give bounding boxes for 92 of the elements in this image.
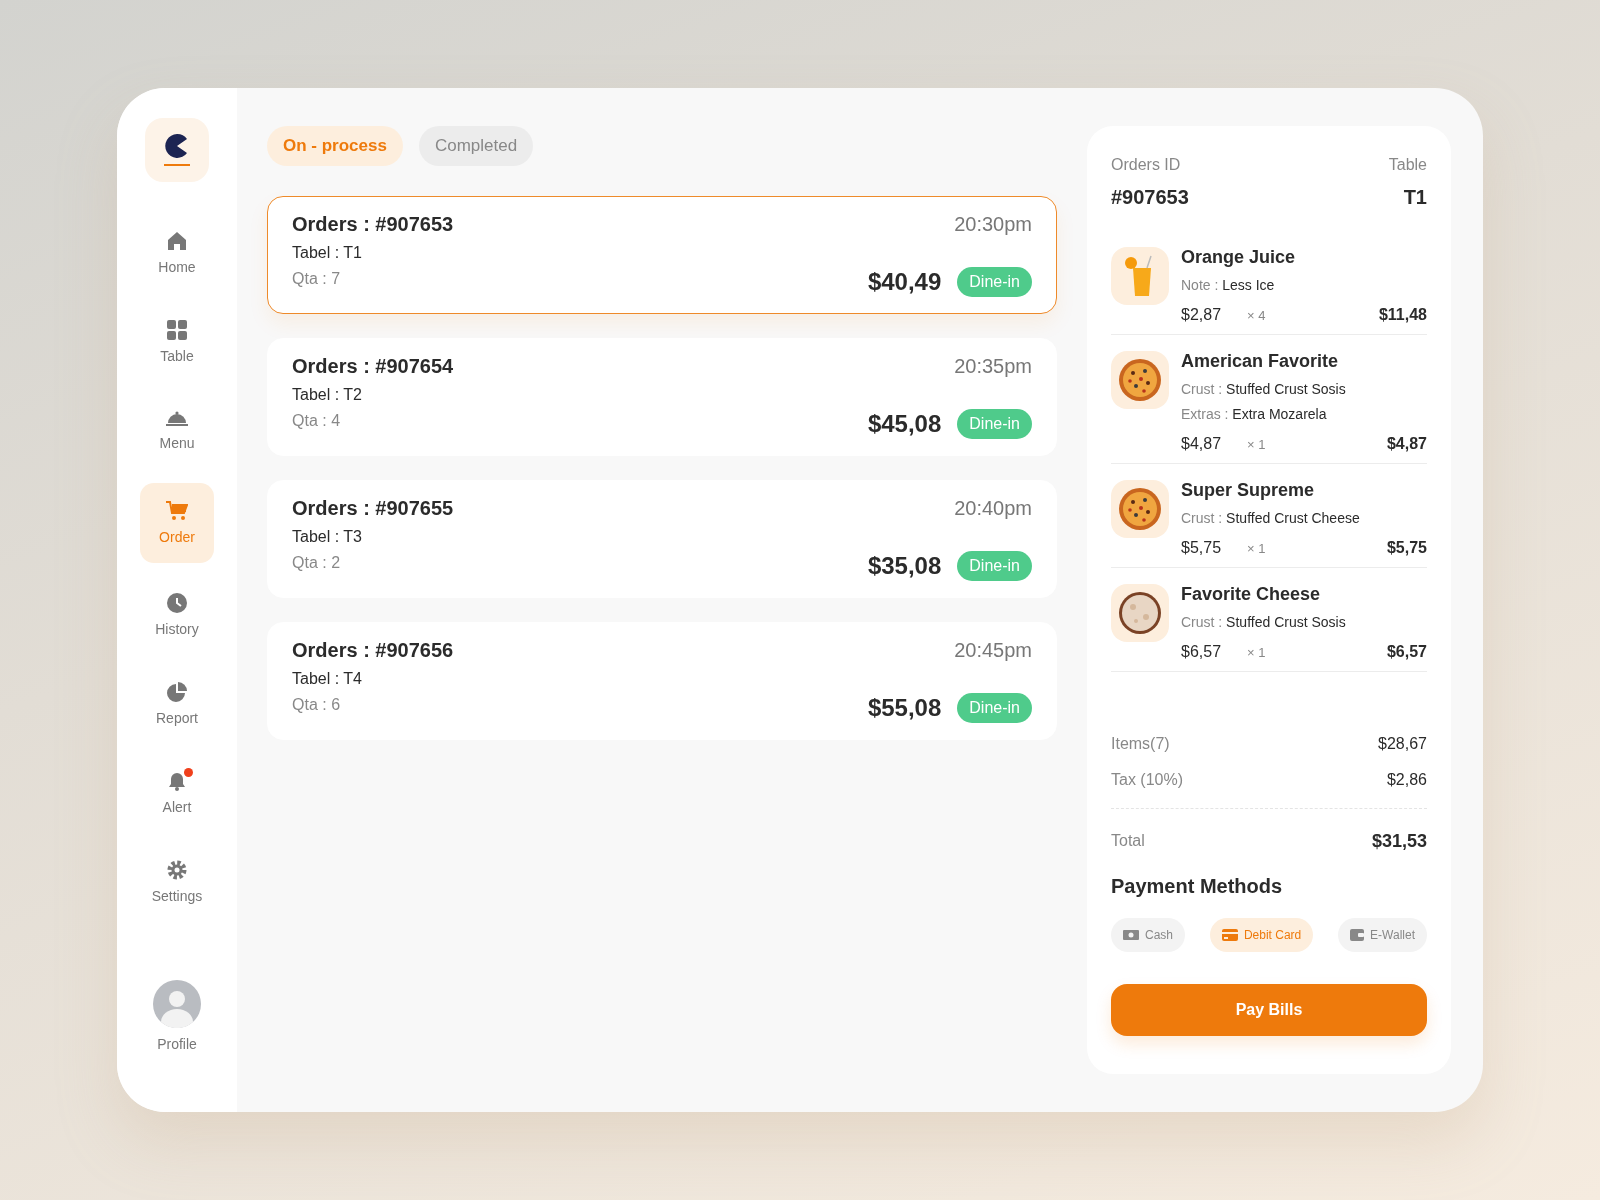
item-note: Extras : Extra Mozarela <box>1181 406 1328 422</box>
order-table: Tabel : T4 <box>292 670 454 688</box>
nav-item[interactable]: Table <box>140 305 214 379</box>
total-value: $31,53 <box>1371 830 1427 852</box>
order-total: $40,49 <box>867 268 942 296</box>
item-note: Note : Less Ice <box>1181 277 1276 293</box>
order-title: Orders : #907655 <box>292 497 454 520</box>
pie-chart-icon <box>167 682 187 702</box>
pay-bills-button[interactable]: Pay Bills <box>1111 984 1427 1036</box>
item-price: $5,75 <box>1181 539 1223 557</box>
item-quantity: × 1 <box>1247 436 1266 452</box>
profile-link[interactable]: Profile <box>153 980 201 1052</box>
order-id: #907653 <box>1111 186 1189 209</box>
order-total: $55,08 <box>867 694 942 722</box>
summary-label: Items(7) <box>1111 735 1170 753</box>
nav-item[interactable]: Order <box>140 483 214 563</box>
cart-icon <box>166 501 188 521</box>
order-card[interactable]: Orders : #907655 Tabel : T3 Qta : 2 20:40pm $35,08 Dine-in <box>267 480 1057 598</box>
nav-item[interactable]: History <box>140 578 214 652</box>
item-note: Crust : Stuffed Crust Cheese <box>1181 510 1361 526</box>
item-name: Favorite Cheese <box>1181 584 1322 605</box>
order-total: $35,08 <box>867 552 942 580</box>
order-type-tag: Dine-in <box>957 693 1032 723</box>
item-quantity: × 1 <box>1247 540 1266 556</box>
settings-icon <box>167 860 187 880</box>
payment-option[interactable]: Debit Card <box>1209 918 1314 952</box>
payment-option[interactable]: E-Wallet <box>1338 918 1427 952</box>
order-quantity: Qta : 2 <box>292 554 342 572</box>
home-icon <box>167 231 187 251</box>
item-note: Crust : Stuffed Crust Sosis <box>1181 381 1347 397</box>
total-label: Total <box>1111 832 1145 850</box>
order-quantity: Qta : 4 <box>292 412 342 430</box>
avatar-icon <box>153 980 201 1028</box>
order-time: 20:35pm <box>954 355 1032 378</box>
table-number: T1 <box>1403 186 1427 209</box>
item-name: American Favorite <box>1181 351 1340 372</box>
item-price: $2,87 <box>1181 306 1223 324</box>
pizza-icon <box>1118 487 1162 531</box>
clock-icon <box>167 593 187 613</box>
order-table: Tabel : T3 <box>292 528 454 546</box>
order-card[interactable]: Orders : #907653 Tabel : T1 Qta : 7 20:30pm $40,49 Dine-in <box>267 196 1057 314</box>
item-subtotal: $11,48 <box>1378 306 1427 324</box>
wallet-icon <box>1350 929 1365 941</box>
tab[interactable]: Completed <box>418 126 534 166</box>
pizza-icon <box>1118 358 1162 402</box>
order-table: Tabel : T1 <box>292 244 454 262</box>
order-type-tag: Dine-in <box>957 551 1032 581</box>
order-time: 20:40pm <box>954 497 1032 520</box>
table-label: Table <box>1388 156 1427 174</box>
nav-item[interactable]: Home <box>140 216 214 290</box>
item-subtotal: $5,75 <box>1386 539 1427 557</box>
payment-option[interactable]: Cash <box>1111 918 1185 952</box>
order-quantity: Qta : 6 <box>292 696 342 714</box>
credit-card-icon <box>1221 929 1238 941</box>
order-card[interactable]: Orders : #907654 Tabel : T2 Qta : 4 20:35pm $45,08 Dine-in <box>267 338 1057 456</box>
item-quantity: × 4 <box>1247 307 1266 323</box>
juice-glass-icon <box>1125 254 1155 298</box>
order-title: Orders : #907653 <box>292 213 454 236</box>
item-subtotal: $4,87 <box>1386 435 1427 453</box>
bell-icon <box>167 771 187 791</box>
nav-item[interactable]: Report <box>140 667 214 741</box>
summary-value: $2,86 <box>1386 771 1427 789</box>
order-type-tag: Dine-in <box>957 409 1032 439</box>
item-quantity: × 1 <box>1247 644 1266 660</box>
item-name: Super Supreme <box>1181 480 1316 501</box>
item-price: $4,87 <box>1181 435 1223 453</box>
nav-item[interactable]: Settings <box>140 845 214 919</box>
order-type-tag: Dine-in <box>957 267 1032 297</box>
item-subtotal: $6,57 <box>1386 643 1427 661</box>
order-title: Orders : #907654 <box>292 355 454 378</box>
order-total: $45,08 <box>867 410 942 438</box>
pizza-icon <box>1118 591 1162 635</box>
item-price: $6,57 <box>1181 643 1223 661</box>
nav-item[interactable]: Menu <box>140 394 214 468</box>
summary-value: $28,67 <box>1378 735 1427 753</box>
item-note: Crust : Stuffed Crust Sosis <box>1181 614 1347 630</box>
order-time: 20:30pm <box>954 213 1032 236</box>
summary-label: Tax (10%) <box>1111 771 1184 789</box>
order-quantity: Qta : 7 <box>292 270 342 288</box>
order-time: 20:45pm <box>954 639 1032 662</box>
order-table: Tabel : T2 <box>292 386 454 404</box>
grid-icon <box>167 320 187 340</box>
logo-icon[interactable] <box>145 118 209 182</box>
nav-item[interactable]: Alert <box>140 756 214 830</box>
order-title: Orders : #907656 <box>292 639 454 662</box>
tab[interactable]: On - process <box>267 126 403 166</box>
orders-id-label: Orders ID <box>1111 156 1182 174</box>
banknote-icon <box>1123 930 1139 940</box>
item-name: Orange Juice <box>1181 247 1297 268</box>
order-card[interactable]: Orders : #907656 Tabel : T4 Qta : 6 20:45pm $55,08 Dine-in <box>267 622 1057 740</box>
payment-methods-heading: Payment Methods <box>1111 875 1284 898</box>
cloche-icon <box>166 411 188 427</box>
